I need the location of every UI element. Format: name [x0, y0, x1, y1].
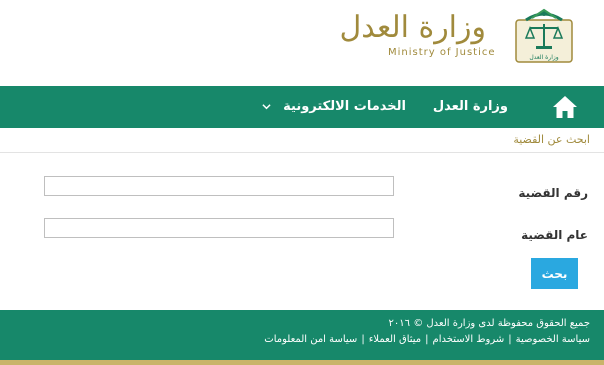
- case-year-label: عام القضية: [521, 228, 588, 242]
- breadcrumb-bar: ابحث عن القضية: [0, 128, 604, 153]
- footer-link-info-security[interactable]: سياسة امن المعلومات: [264, 334, 357, 345]
- footer-link-customer-charter[interactable]: ميثاق العملاء: [369, 334, 421, 345]
- logo-english-text: Ministry of Justice: [388, 47, 496, 58]
- case-year-input[interactable]: [44, 218, 394, 238]
- case-number-label: رقم القضية: [518, 186, 588, 200]
- site-header: وزارة العدل وزارة العدل Ministry of Just…: [0, 0, 604, 86]
- footer-links: سياسة الخصوصية|شروط الاستخدام|ميثاق العم…: [264, 334, 590, 345]
- main-navbar: وزارة العدل الخدمات الالكترونية: [0, 86, 604, 128]
- search-button[interactable]: بحث: [531, 258, 578, 289]
- nav-item-e-services[interactable]: الخدمات الالكترونية: [283, 86, 406, 128]
- case-number-input[interactable]: [44, 176, 394, 196]
- footer-link-terms[interactable]: شروط الاستخدام: [433, 334, 505, 345]
- copyright-text: جميع الحقوق محفوظة لدى وزارة العدل © ٢٠١…: [388, 318, 590, 329]
- footer-link-privacy[interactable]: سياسة الخصوصية: [516, 334, 590, 345]
- breadcrumb: ابحث عن القضية: [513, 133, 590, 146]
- logo-arabic-text: وزارة العدل: [339, 10, 486, 45]
- svg-text:وزارة العدل: وزارة العدل: [529, 54, 558, 61]
- footer-separator: |: [508, 334, 512, 345]
- ministry-emblem-icon[interactable]: وزارة العدل: [512, 6, 576, 64]
- bottom-gold-strip: [0, 360, 604, 365]
- site-footer: جميع الحقوق محفوظة لدى وزارة العدل © ٢٠١…: [0, 310, 604, 360]
- footer-separator: |: [361, 334, 365, 345]
- home-icon[interactable]: [552, 95, 578, 119]
- nav-item-ministry[interactable]: وزارة العدل: [433, 86, 508, 128]
- footer-separator: |: [425, 334, 429, 345]
- chevron-down-icon[interactable]: [262, 102, 271, 111]
